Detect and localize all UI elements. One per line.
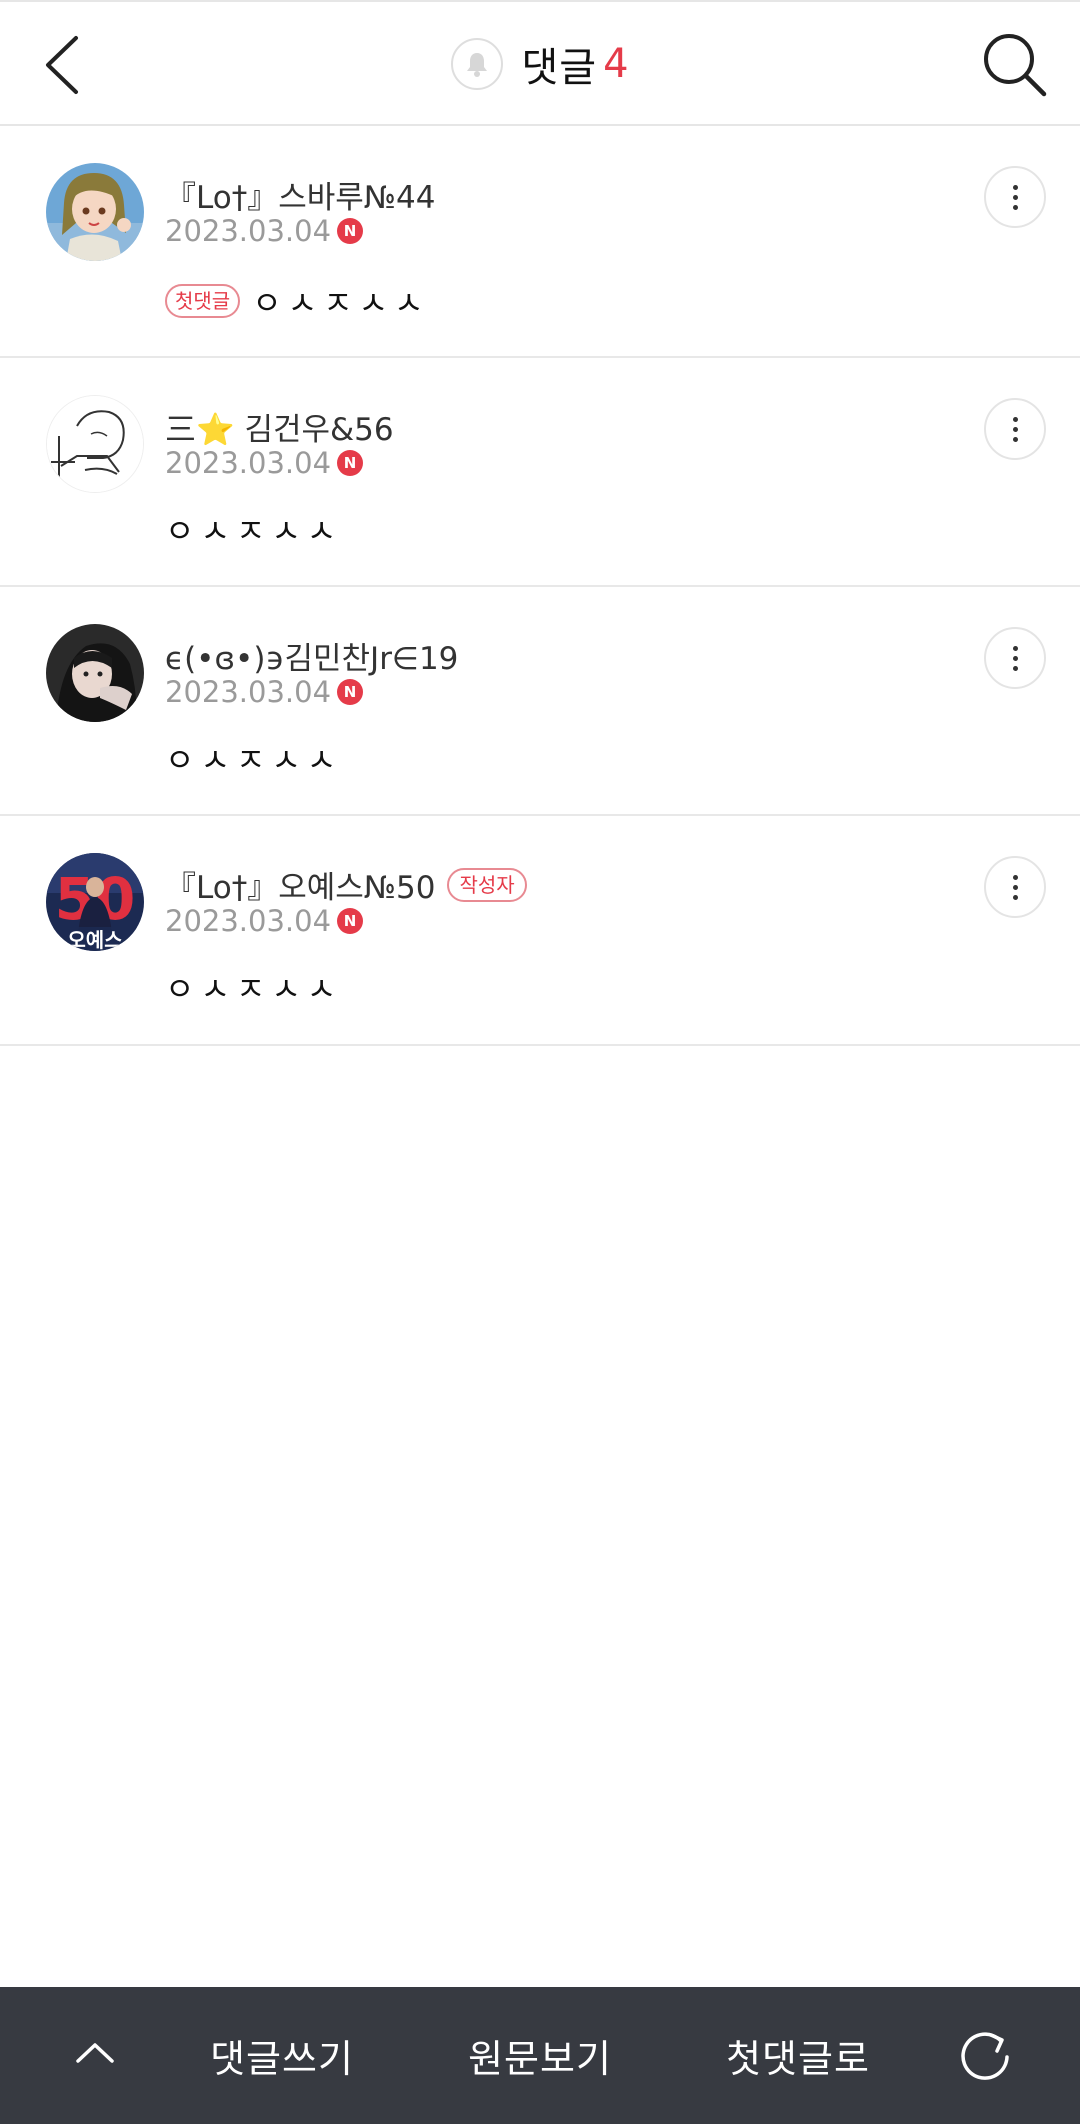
notification-bell-button[interactable] [451, 38, 504, 90]
comment-date: 2023.03.04 [165, 446, 332, 480]
more-dot [1012, 204, 1018, 210]
view-original-button[interactable]: 원문보기 [450, 1987, 630, 2124]
chevron-up-icon [76, 2043, 114, 2063]
avatar[interactable] [46, 624, 144, 722]
refresh-icon [961, 2032, 1009, 2080]
author-name[interactable]: 『Lo†』스바루№44 [165, 172, 435, 217]
more-dots-icon [1012, 874, 1018, 880]
page-title: 댓글 [521, 45, 598, 91]
author-name[interactable]: ϵ(•ɞ•)϶김민찬Jr∈19 [165, 633, 458, 678]
more-dot [1012, 194, 1018, 200]
author-name[interactable]: 三⭐ 김건우&56 [165, 404, 394, 449]
more-options-button[interactable] [984, 398, 1046, 460]
more-dots-icon [1012, 184, 1018, 190]
comment-text: ㅇㅅㅈㅅㅅ [165, 970, 343, 1008]
comment-date: 2023.03.04 [165, 675, 332, 709]
more-dot [1012, 894, 1018, 900]
author-badge: 작성자 [447, 867, 527, 902]
comment-count: 4 [603, 41, 629, 87]
avatar[interactable] [46, 163, 144, 261]
more-options-button[interactable] [984, 627, 1046, 689]
header-title-group: 댓글 4 [0, 2, 1080, 126]
new-badge: N [337, 218, 364, 244]
go-first-comment-button[interactable]: 첫댓글로 [708, 1987, 888, 2124]
avatar[interactable]: 50 오예스 [46, 853, 144, 951]
comment-date: 2023.03.04 [165, 904, 332, 938]
more-dot [1012, 665, 1018, 671]
comment-date: 2023.03.04 [165, 214, 332, 248]
author-name[interactable]: 『Lo†』오예스№50 [165, 862, 435, 907]
bell-icon [467, 53, 488, 77]
comment-text: ㅇㅅㅈㅅㅅ [165, 512, 343, 550]
bottom-toolbar: 댓글쓰기 원문보기 첫댓글로 [0, 1987, 1080, 2124]
more-options-button[interactable] [984, 856, 1046, 918]
new-badge: N [337, 450, 364, 476]
comment-item: ϵ(•ɞ•)϶김민찬Jr∈19 2023.03.04 N ㅇㅅㅈㅅㅅ [0, 587, 1080, 816]
more-dots-icon [1012, 645, 1018, 651]
comment-text: ㅇㅅㅈㅅㅅ [165, 741, 343, 779]
scroll-top-button[interactable] [70, 2029, 120, 2079]
refresh-button[interactable] [955, 2027, 1015, 2087]
avatar[interactable] [46, 395, 144, 493]
comment-item: 三⭐ 김건우&56 2023.03.04 N ㅇㅅㅈㅅㅅ [0, 358, 1080, 587]
comment-item: 『Lo†』스바루№44 2023.03.04 N 첫댓글 ㅇㅅㅈㅅㅅ [0, 126, 1080, 358]
comment-item: 50 오예스 『Lo†』오예스№50 작성자 2023.03.04 N ㅇㅅㅈㅅ… [0, 816, 1080, 1046]
comment-text: ㅇㅅㅈㅅㅅ [252, 284, 430, 322]
new-badge: N [337, 679, 364, 705]
first-comment-badge: 첫댓글 [165, 284, 241, 318]
new-badge: N [337, 908, 364, 934]
search-button[interactable] [980, 30, 1050, 100]
photo-avatar-image [46, 624, 144, 722]
more-dot [1012, 884, 1018, 890]
more-options-button[interactable] [984, 166, 1046, 228]
more-dots-icon [1012, 416, 1018, 422]
more-dot [1012, 436, 1018, 442]
more-dot [1012, 426, 1018, 432]
top-bar: 댓글 4 [0, 0, 1080, 126]
write-comment-button[interactable]: 댓글쓰기 [192, 1987, 372, 2124]
anime-girl-avatar-image [46, 163, 144, 261]
search-icon [984, 34, 1047, 97]
svg-text:오예스: 오예스 [67, 928, 122, 951]
sketch-avatar-image [47, 396, 143, 492]
more-dot [1012, 655, 1018, 661]
baseball-player-avatar-image: 50 오예스 [46, 853, 144, 951]
